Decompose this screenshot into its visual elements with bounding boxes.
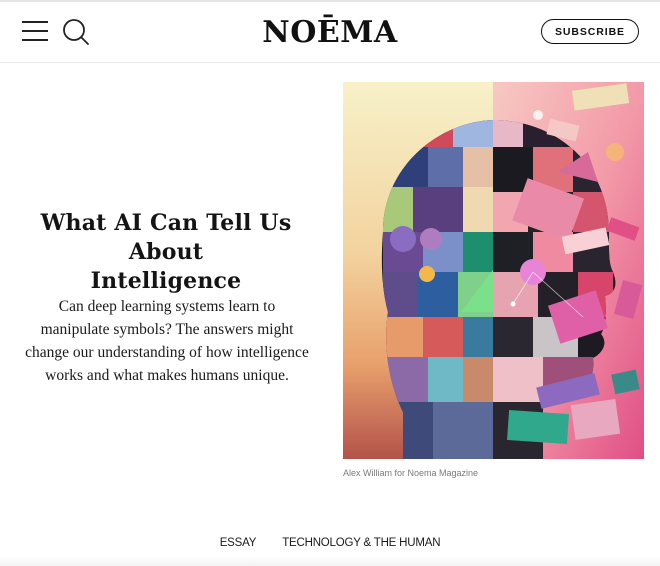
headline-line-1: What AI Can Tell Us About bbox=[40, 210, 292, 265]
dek-line: manipulate symbols? The answers might bbox=[40, 321, 294, 338]
article-headline[interactable]: What AI Can Tell Us About Intelligence bbox=[10, 209, 322, 296]
tag-technology-and-the-human[interactable]: TECHNOLOGY & THE HUMAN bbox=[282, 537, 440, 549]
image-caption: Alex William for Noema Magazine bbox=[343, 468, 479, 478]
dek-line: change our understanding of how intellig… bbox=[25, 344, 309, 361]
hero-illustration[interactable] bbox=[343, 82, 644, 459]
headline-line-2: Intelligence bbox=[90, 268, 242, 294]
article-dek: Can deep learning systems learn to manip… bbox=[12, 295, 322, 387]
site-header: NOĒMA SUBSCRIBE bbox=[0, 0, 660, 63]
article-tags: ESSAY TECHNOLOGY & THE HUMAN bbox=[0, 537, 660, 549]
dek-line: Can deep learning systems learn to bbox=[58, 298, 276, 315]
search-icon[interactable] bbox=[62, 18, 90, 46]
tag-essay[interactable]: ESSAY bbox=[220, 537, 257, 549]
bottom-fade bbox=[0, 556, 660, 566]
subscribe-button[interactable]: SUBSCRIBE bbox=[541, 19, 639, 44]
site-logo[interactable]: NOĒMA bbox=[230, 12, 430, 52]
hamburger-menu-icon[interactable] bbox=[22, 20, 48, 42]
dek-line: works and what makes humans unique. bbox=[45, 367, 289, 384]
top-rule bbox=[0, 0, 660, 2]
